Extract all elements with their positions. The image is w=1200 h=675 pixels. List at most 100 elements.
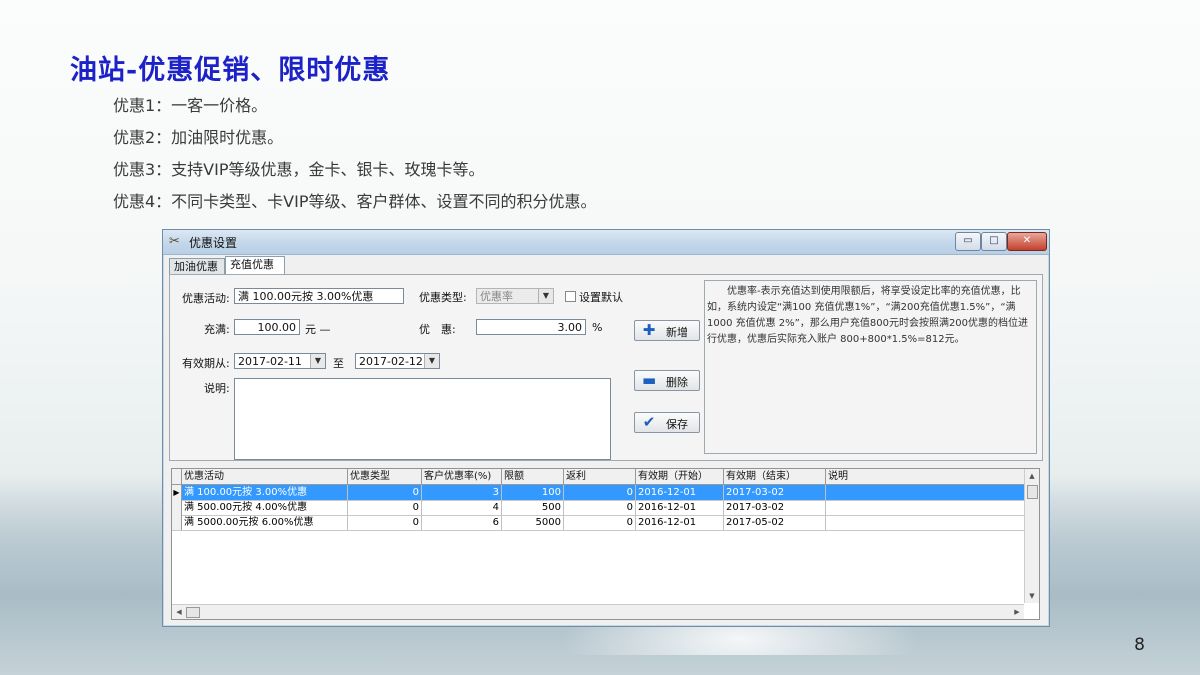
full-amount-field[interactable]: 100.00 <box>234 319 300 335</box>
scroll-down-icon[interactable]: ▼ <box>1025 589 1039 603</box>
recharge-discount-panel: 优惠活动: 满 100.00元按 3.00%优惠 优惠类型: 优惠率 ▼ 设置默… <box>169 274 1043 461</box>
type-select[interactable]: 优惠率 ▼ <box>476 288 554 304</box>
discount-table: 优惠活动 优惠类型 客户优惠率(%) 限额 返利 有效期（开始） 有效期（结束）… <box>171 468 1040 620</box>
save-button-label: 保存 <box>666 418 688 431</box>
bullet-item: 优惠4：不同卡类型、卡VIP等级、客户群体、设置不同的积分优惠。 <box>113 192 597 211</box>
row-indicator <box>172 515 182 530</box>
scroll-right-icon[interactable]: ▶ <box>1010 605 1024 619</box>
bullet-item: 优惠1：一客一价格。 <box>113 96 268 115</box>
scroll-left-icon[interactable]: ◀ <box>172 605 186 619</box>
cell-limit: 500 <box>502 500 564 515</box>
delete-button-label: 删除 <box>666 376 688 389</box>
full-amount-label: 充满: <box>204 323 230 336</box>
cell-rebate: 0 <box>564 515 636 530</box>
delete-button[interactable]: ▬ 删除 <box>634 370 700 391</box>
cell-end: 2017-03-02 <box>724 485 826 500</box>
column-header[interactable]: 有效期（结束） <box>724 469 826 484</box>
cell-type: 0 <box>348 500 422 515</box>
cell-rebate: 0 <box>564 485 636 500</box>
cell-activity: 满 5000.00元按 6.00%优惠 <box>182 515 348 530</box>
cell-rebate: 0 <box>564 500 636 515</box>
column-header[interactable]: 限额 <box>502 469 564 484</box>
maximize-button[interactable]: □ <box>981 232 1007 251</box>
column-header[interactable]: 有效期（开始） <box>636 469 724 484</box>
table-row[interactable]: ▶ 满 100.00元按 3.00%优惠 0 3 100 0 2016-12-0… <box>172 485 1024 501</box>
cell-limit: 100 <box>502 485 564 500</box>
valid-to-date[interactable]: 2017-02-12 ▼ <box>355 353 440 369</box>
cell-note <box>826 515 1024 530</box>
close-button[interactable]: ✕ <box>1007 232 1047 251</box>
description-textarea[interactable] <box>234 378 611 460</box>
cell-end: 2017-03-02 <box>724 500 826 515</box>
minus-icon: ▬ <box>642 371 657 389</box>
scroll-thumb[interactable] <box>1027 485 1038 499</box>
column-header[interactable]: 优惠活动 <box>182 469 348 484</box>
add-button[interactable]: ✚ 新增 <box>634 320 700 341</box>
tab-fuel-discount[interactable]: 加油优惠 <box>169 258 225 275</box>
page-number: 8 <box>1134 635 1145 655</box>
discount-label: 优 惠: <box>419 323 456 336</box>
bullet-item: 优惠3：支持VIP等级优惠，金卡、银卡、玫瑰卡等。 <box>113 160 485 179</box>
chevron-down-icon: ▼ <box>538 289 553 303</box>
tab-recharge-discount[interactable]: 充值优惠 <box>225 256 285 275</box>
tools-icon: ✂ <box>169 234 180 249</box>
scroll-up-icon[interactable]: ▲ <box>1025 469 1039 483</box>
checkmark-icon: ✔ <box>642 413 656 431</box>
to-label: 至 <box>333 357 344 370</box>
cell-rate: 3 <box>422 485 502 500</box>
valid-from-label: 有效期从: <box>182 357 230 370</box>
minimize-button[interactable]: ▭ <box>955 232 981 251</box>
vertical-scrollbar[interactable]: ▲ ▼ <box>1024 469 1039 603</box>
title-bar[interactable]: ✂ 优惠设置 ▭ □ ✕ <box>163 230 1049 255</box>
slide-title: 油站-优惠促销、限时优惠 <box>70 55 391 86</box>
cell-start: 2016-12-01 <box>636 485 724 500</box>
table-row[interactable]: 满 5000.00元按 6.00%优惠 0 6 5000 0 2016-12-0… <box>172 515 1024 531</box>
window-title: 优惠设置 <box>189 236 238 250</box>
column-header[interactable]: 返利 <box>564 469 636 484</box>
add-button-label: 新增 <box>666 326 688 339</box>
table-row[interactable]: 满 500.00元按 4.00%优惠 0 4 500 0 2016-12-01 … <box>172 500 1024 516</box>
current-row-icon: ▶ <box>172 485 182 500</box>
cell-start: 2016-12-01 <box>636 515 724 530</box>
cell-limit: 5000 <box>502 515 564 530</box>
type-select-value: 优惠率 <box>480 290 513 303</box>
cell-type: 0 <box>348 485 422 500</box>
description-label: 说明: <box>204 382 230 395</box>
valid-to-value: 2017-02-12 <box>359 355 423 368</box>
discount-field[interactable]: 3.00 <box>476 319 586 335</box>
cell-note <box>826 485 1024 500</box>
column-header[interactable]: 说明 <box>826 469 1024 484</box>
save-button[interactable]: ✔ 保存 <box>634 412 700 433</box>
bullet-list: 优惠1：一客一价格。 优惠2：加油限时优惠。 优惠3：支持VIP等级优惠，金卡、… <box>113 94 597 222</box>
full-amount-unit: 元 — <box>305 323 331 336</box>
valid-from-date[interactable]: 2017-02-11 ▼ <box>234 353 326 369</box>
type-label: 优惠类型: <box>419 291 467 304</box>
cell-rate: 4 <box>422 500 502 515</box>
cell-activity: 满 100.00元按 3.00%优惠 <box>182 485 348 500</box>
column-header[interactable]: 客户优惠率(%) <box>422 469 502 484</box>
row-indicator <box>172 500 182 515</box>
discount-info-text: 优惠率-表示充值达到使用限额后，将享受设定比率的充值优惠，比如，系统内设定“满1… <box>704 280 1037 454</box>
default-checkbox-label: 设置默认 <box>579 291 623 304</box>
cell-note <box>826 500 1024 515</box>
cell-rate: 6 <box>422 515 502 530</box>
activity-field[interactable]: 满 100.00元按 3.00%优惠 <box>234 288 404 304</box>
header-indicator-cell <box>172 469 182 484</box>
chevron-down-icon: ▼ <box>310 354 325 368</box>
valid-from-value: 2017-02-11 <box>238 355 302 368</box>
chevron-down-icon: ▼ <box>424 354 439 368</box>
cell-activity: 满 500.00元按 4.00%优惠 <box>182 500 348 515</box>
discount-settings-window: ✂ 优惠设置 ▭ □ ✕ 加油优惠 充值优惠 优惠活动: 满 100.00元按 … <box>162 229 1050 627</box>
plus-icon: ✚ <box>642 321 656 339</box>
cell-type: 0 <box>348 515 422 530</box>
activity-label: 优惠活动: <box>182 292 230 305</box>
horizontal-scrollbar[interactable]: ◀ ▶ <box>172 604 1024 619</box>
cell-start: 2016-12-01 <box>636 500 724 515</box>
scroll-thumb[interactable] <box>186 607 200 618</box>
discount-unit: % <box>592 321 603 334</box>
bullet-item: 优惠2：加油限时优惠。 <box>113 128 284 147</box>
cell-end: 2017-05-02 <box>724 515 826 530</box>
column-header[interactable]: 优惠类型 <box>348 469 422 484</box>
default-checkbox[interactable] <box>565 291 576 302</box>
table-header: 优惠活动 优惠类型 客户优惠率(%) 限额 返利 有效期（开始） 有效期（结束）… <box>172 469 1024 485</box>
